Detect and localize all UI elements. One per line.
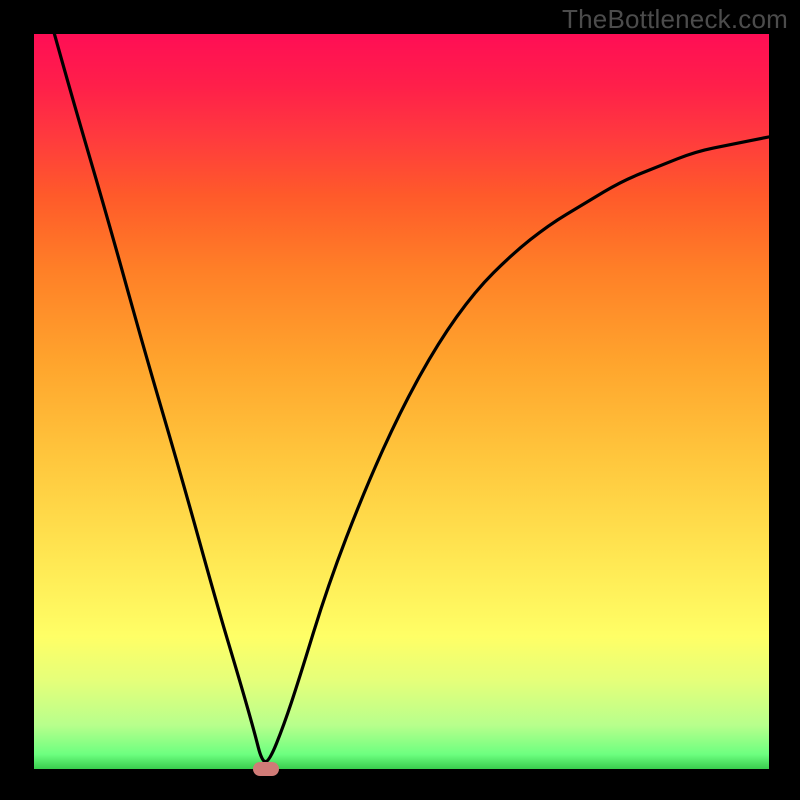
bottleneck-curve (34, 34, 769, 769)
watermark-text: TheBottleneck.com (562, 4, 788, 35)
chart-frame: TheBottleneck.com (0, 0, 800, 800)
plot-area (34, 34, 769, 769)
minimum-marker (253, 762, 279, 776)
